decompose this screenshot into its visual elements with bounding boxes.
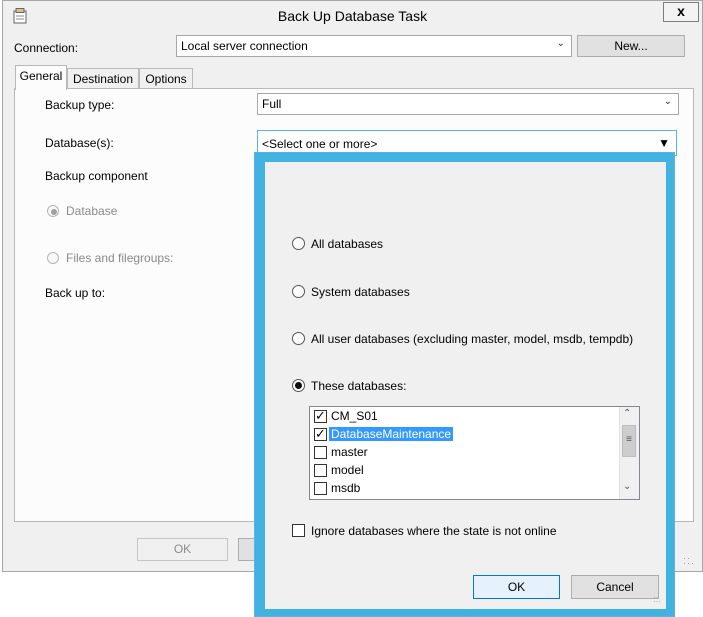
list-item-databasemaintenance[interactable]: DatabaseMaintenance — [310, 426, 619, 444]
databases-value: <Select one or more> — [262, 137, 378, 151]
list-item-cm-s01[interactable]: CM_S01 — [310, 408, 619, 426]
new-connection-button[interactable]: New... — [577, 35, 685, 57]
component-files-label: Files and filegroups: — [66, 251, 174, 265]
tab-options[interactable]: Options — [139, 68, 193, 89]
database-name: master — [331, 445, 368, 459]
system-databases-label: System databases — [311, 285, 410, 299]
close-button[interactable]: x — [663, 2, 699, 22]
database-name: DatabaseMaintenance — [329, 427, 454, 441]
title-bar[interactable]: Back Up Database Task x — [3, 1, 702, 31]
these-databases-label: These databases: — [311, 379, 407, 393]
databases-label: Database(s): — [45, 136, 114, 150]
backup-type-select[interactable]: Full ⌄ — [257, 93, 679, 115]
cm-s01-checkbox[interactable] — [314, 408, 327, 424]
user-databases-label: All user databases (excluding master, mo… — [311, 332, 634, 346]
backup-type-value: Full — [262, 97, 282, 111]
databasemaintenance-checkbox[interactable] — [314, 426, 327, 442]
tab-destination[interactable]: Destination — [67, 68, 139, 89]
system-databases-radio[interactable] — [292, 285, 305, 298]
scroll-thumb[interactable]: ≡ — [622, 425, 636, 457]
scroll-up-icon[interactable]: ⌃ — [623, 408, 631, 419]
component-files-radio[interactable] — [47, 252, 59, 264]
database-name: msdb — [331, 481, 361, 495]
component-database-radio[interactable] — [47, 205, 59, 217]
database-name: model — [331, 463, 364, 477]
all-databases-label: All databases — [311, 237, 384, 251]
ok-button[interactable]: OK — [137, 538, 228, 561]
list-scrollbar[interactable]: ⌃ ≡ ⌄ — [619, 407, 639, 499]
all-databases-radio[interactable] — [292, 237, 305, 250]
msdb-checkbox[interactable] — [314, 482, 327, 495]
database-checklist[interactable]: CM_S01 DatabaseMaintenance master model … — [309, 406, 640, 500]
chevron-down-icon: ⌄ — [556, 38, 565, 49]
connection-select[interactable]: Local server connection ⌄ — [176, 35, 572, 57]
window-title: Back Up Database Task — [277, 8, 428, 24]
back-up-to-label: Back up to: — [45, 286, 106, 300]
user-databases-radio[interactable] — [292, 332, 305, 345]
list-item-msdb[interactable]: msdb — [310, 480, 619, 498]
dropdown-triangle-icon: ▼ — [658, 136, 670, 150]
ignore-offline-label: Ignore databases where the state is not … — [311, 524, 557, 538]
connection-label: Connection: — [14, 41, 79, 55]
resize-grip-icon[interactable]: ·· ··· — [653, 594, 665, 608]
ignore-offline-checkbox[interactable] — [292, 524, 305, 537]
resize-grip-icon[interactable]: ·· ··· — [683, 554, 697, 570]
popup-cancel-button[interactable]: Cancel — [571, 575, 659, 599]
component-database-label: Database — [66, 204, 118, 218]
backup-type-label: Backup type: — [45, 98, 115, 112]
database-selection-popup: All databases System databases All user … — [254, 152, 675, 617]
backup-component-label: Backup component — [45, 169, 148, 183]
master-checkbox[interactable] — [314, 446, 327, 459]
popup-content: All databases System databases All user … — [265, 162, 666, 609]
list-item-model[interactable]: model — [310, 462, 619, 480]
tab-general[interactable]: General — [15, 65, 67, 90]
database-name: CM_S01 — [331, 409, 378, 423]
scroll-down-icon[interactable]: ⌄ — [623, 481, 631, 492]
connection-value: Local server connection — [181, 39, 308, 53]
model-checkbox[interactable] — [314, 464, 327, 477]
chevron-down-icon: ⌄ — [663, 96, 672, 107]
these-databases-radio[interactable] — [292, 379, 305, 392]
popup-ok-button[interactable]: OK — [473, 575, 560, 599]
list-item-master[interactable]: master — [310, 444, 619, 462]
